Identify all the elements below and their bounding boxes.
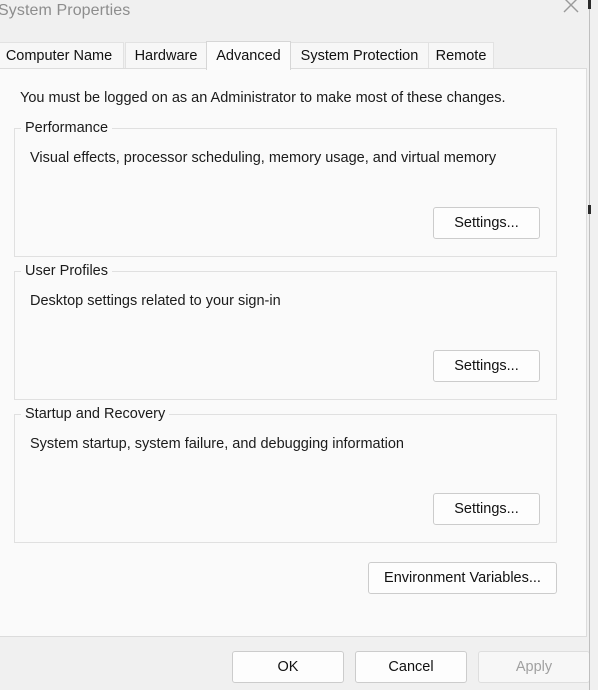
group-title: User Profiles <box>21 262 112 280</box>
ok-button[interactable]: OK <box>232 651 344 683</box>
tab-label: Remote <box>435 47 487 64</box>
group-title: Performance <box>21 119 113 137</box>
tab-label: Hardware <box>134 47 198 64</box>
group-startup-and-recovery: Startup and Recovery System startup, sys… <box>14 405 557 543</box>
tab-strip: Computer Name Hardware Advanced System P… <box>0 41 598 70</box>
startup-recovery-settings-button[interactable]: Settings... <box>433 493 540 525</box>
button-label: Settings... <box>454 357 519 374</box>
window-edge-marker <box>588 205 591 214</box>
administrator-notice: You must be logged on as an Administrato… <box>20 90 506 106</box>
window-edge-marker <box>588 0 591 9</box>
tab-remote[interactable]: Remote <box>428 42 494 69</box>
button-label: Apply <box>515 658 553 675</box>
performance-settings-button[interactable]: Settings... <box>433 207 540 239</box>
group-title: Startup and Recovery <box>21 405 170 423</box>
group-description: Visual effects, processor scheduling, me… <box>30 150 497 166</box>
button-label: Environment Variables... <box>384 569 541 586</box>
button-label: OK <box>277 658 299 675</box>
window-title: System Properties <box>0 2 131 19</box>
group-performance: Performance Visual effects, processor sc… <box>14 119 557 257</box>
environment-variables-button[interactable]: Environment Variables... <box>368 562 557 594</box>
button-label: Cancel <box>388 658 434 675</box>
group-description: Desktop settings related to your sign-in <box>30 293 281 309</box>
tab-hardware[interactable]: Hardware <box>125 42 207 69</box>
tab-advanced[interactable]: Advanced <box>206 41 291 70</box>
button-label: Settings... <box>454 500 519 517</box>
group-user-profiles: User Profiles Desktop settings related t… <box>14 262 557 400</box>
apply-button: Apply <box>478 651 590 683</box>
tab-label: Advanced <box>216 47 281 64</box>
cancel-button[interactable]: Cancel <box>355 651 467 683</box>
tab-system-protection[interactable]: System Protection <box>290 42 429 69</box>
tab-label: System Protection <box>300 47 419 64</box>
button-label: Settings... <box>454 214 519 231</box>
tab-label: Computer Name <box>5 47 113 64</box>
title-bar: System Properties <box>0 0 598 34</box>
group-description: System startup, system failure, and debu… <box>30 436 404 452</box>
window-right-gutter <box>590 0 598 690</box>
tab-computer-name[interactable]: Computer Name <box>0 42 124 69</box>
user-profiles-settings-button[interactable]: Settings... <box>433 350 540 382</box>
system-properties-window: System Properties Computer Name Hardware… <box>0 0 598 690</box>
